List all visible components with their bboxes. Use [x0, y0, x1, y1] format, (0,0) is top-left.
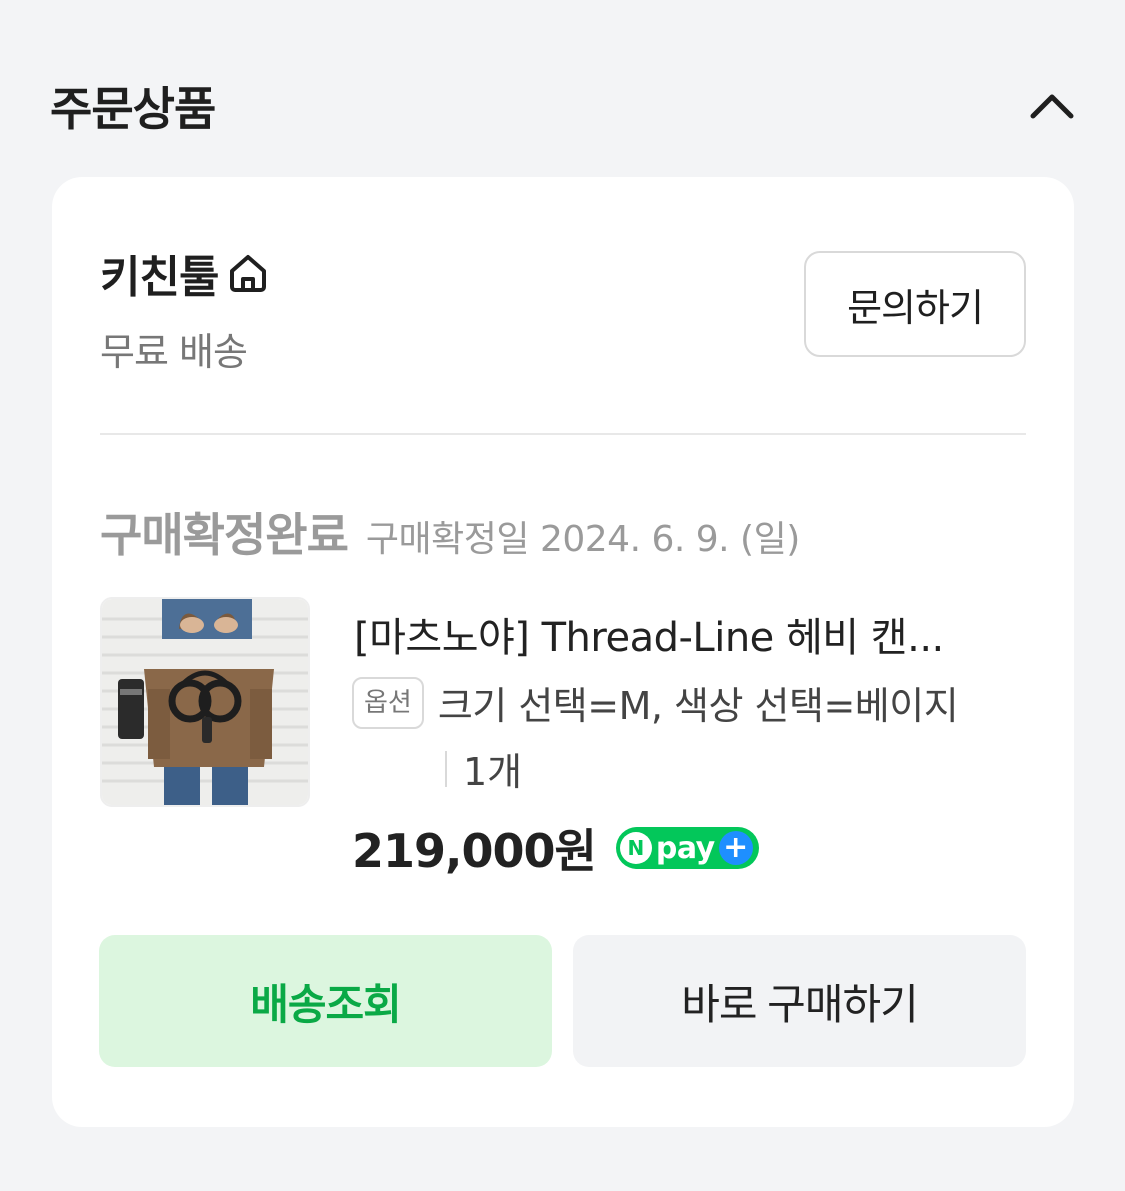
divider: [100, 433, 1026, 435]
seller-name: 키친툴: [100, 252, 219, 303]
npay-n-icon: N: [619, 832, 652, 864]
quantity-row: 1개: [445, 741, 522, 796]
option-badge: 옵션: [352, 676, 424, 729]
order-card: 키친툴 무료 배송 문의하기 구매확정완료 구매확정일 2024. 6. 9. …: [52, 177, 1074, 1127]
option-text: 크기 선택=M, 색상 선택=베이지: [437, 684, 959, 728]
seller-info: 키친툴 무료 배송 문의하기: [100, 241, 1026, 374]
buy-again-button[interactable]: 바로 구매하기: [573, 935, 1026, 1067]
price-row: 219,000원 N pay +: [352, 815, 759, 881]
order-items-header: 주문상품: [50, 70, 1080, 142]
quantity-separator: [445, 750, 447, 787]
product-thumbnail[interactable]: [100, 597, 310, 807]
product-image: [102, 599, 308, 805]
product-option-row: 옵션 크기 선택=M, 색상 선택=베이지: [352, 675, 959, 730]
collapse-button[interactable]: [1024, 78, 1080, 134]
order-status: 구매확정완료: [100, 508, 349, 562]
quantity: 1개: [463, 750, 523, 794]
track-delivery-button[interactable]: 배송조회: [99, 935, 552, 1067]
npay-text: pay: [655, 830, 715, 866]
price: 219,000원: [352, 824, 597, 878]
plus-icon: +: [718, 831, 753, 865]
home-icon: [230, 255, 267, 292]
inquiry-button[interactable]: 문의하기: [804, 251, 1026, 357]
product-title[interactable]: [마츠노야] Thread-Line 헤비 캔...: [354, 605, 1026, 663]
npay-plus-logo: N pay +: [615, 827, 759, 869]
order-status-row: 구매확정완료 구매확정일 2024. 6. 9. (일): [100, 499, 800, 565]
chevron-up-icon: [1030, 94, 1074, 119]
confirm-date: 구매확정일 2024. 6. 9. (일): [365, 519, 800, 560]
section-title: 주문상품: [50, 82, 216, 136]
